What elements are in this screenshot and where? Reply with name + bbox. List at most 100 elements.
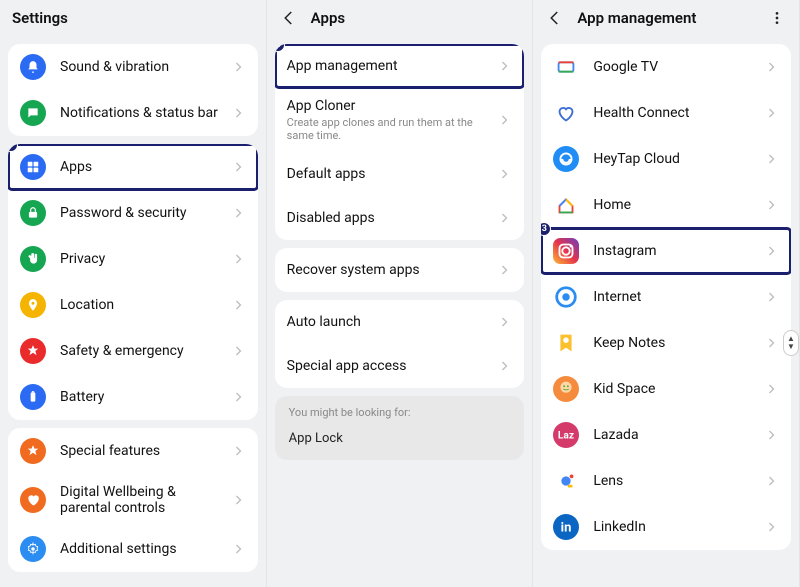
settings-panel: Settings Sound & vibration Notifications … [0,0,267,587]
row-label: Safety & emergency [60,343,230,359]
chevron-right-icon [230,59,246,75]
row-label: Battery [60,389,230,405]
lens-icon [553,468,579,494]
apps-title: Apps [311,9,345,27]
location-row[interactable]: Location [8,282,258,328]
row-label: Notifications & status bar [60,105,230,121]
special-app-access-row[interactable]: Special app access [275,344,525,388]
chevron-right-icon [496,58,512,74]
scroll-knob[interactable]: ▲▼ [783,330,799,356]
search-hint: You might be looking for: [289,406,511,419]
star-icon [20,438,46,464]
chevron-right-icon [496,314,512,330]
password-security-row[interactable]: Password & security [8,190,258,236]
app-list-content: Google TVHealth ConnectHeyTap CloudHomeI… [533,36,799,587]
heart-icon [20,487,46,513]
app-internet-row[interactable]: Internet [541,274,791,320]
heytap-icon [553,146,579,172]
chevron-right-icon [763,151,779,167]
internet-icon [553,284,579,310]
row-label: Digital Wellbeing & parental controls [60,484,230,516]
bell-icon [20,54,46,80]
app-label: Lazada [593,427,763,443]
search-suggestion-card: You might be looking for: App Lock [275,396,525,460]
app-list: Google TVHealth ConnectHeyTap CloudHomeI… [541,44,791,550]
app-management-panel: App management Google TVHealth ConnectHe… [533,0,800,587]
battery-row[interactable]: Battery [8,374,258,420]
home-icon [553,192,579,218]
apps-group-2: Recover system apps [275,248,525,292]
row-label: Auto launch [287,314,497,330]
chevron-right-icon [230,205,246,221]
settings-group-1: Sound & vibration Notifications & status … [8,44,258,136]
app-label: HeyTap Cloud [593,151,763,167]
app-home-row[interactable]: Home [541,182,791,228]
row-label: App management [287,58,497,74]
row-label: Apps [60,159,230,175]
health-icon [553,100,579,126]
pin-icon [20,292,46,318]
chevron-right-icon [230,541,246,557]
more-icon[interactable] [767,8,787,28]
app-heytap-cloud-row[interactable]: HeyTap Cloud [541,136,791,182]
svg-text:in: in [561,521,572,536]
notifications-row[interactable]: Notifications & status bar [8,90,258,136]
row-label: Password & security [60,205,230,221]
app-lazada-row[interactable]: Laz Lazada [541,412,791,458]
keep-icon [553,330,579,356]
special-features-row[interactable]: Special features [8,428,258,474]
digital-wellbeing-row[interactable]: Digital Wellbeing & parental controls [8,474,258,526]
chevron-right-icon [496,166,512,182]
additional-settings-row[interactable]: Additional settings [8,526,258,572]
sound-vibration-row[interactable]: Sound & vibration [8,44,258,90]
header-settings: Settings [0,0,266,36]
app-keep-notes-row[interactable]: Keep Notes [541,320,791,366]
back-icon[interactable] [545,8,565,28]
instagram-icon [553,238,579,264]
battery-icon [20,384,46,410]
row-label: Recover system apps [287,262,497,278]
chevron-right-icon [763,197,779,213]
settings-title: Settings [12,9,68,27]
row-label: Special features [60,443,230,459]
app-linkedin-row[interactable]: in LinkedIn [541,504,791,550]
default-apps-row[interactable]: Default apps [275,152,525,196]
grid-icon [20,154,46,180]
chevron-right-icon [230,443,246,459]
chevron-right-icon [230,105,246,121]
apps-row[interactable]: Apps [8,144,258,190]
app-google-tv-row[interactable]: Google TV [541,44,791,90]
search-result[interactable]: App Lock [289,427,511,450]
chevron-right-icon [496,262,512,278]
chevron-right-icon [496,358,512,374]
app-label: Health Connect [593,105,763,121]
app-lens-row[interactable]: Lens [541,458,791,504]
app-kid-space-row[interactable]: Kid Space [541,366,791,412]
recover-system-apps-row[interactable]: Recover system apps [275,248,525,292]
chevron-right-icon [230,389,246,405]
app-label: LinkedIn [593,519,763,535]
app-health-connect-row[interactable]: Health Connect [541,90,791,136]
row-label: Special app access [287,358,497,374]
app-management-row[interactable]: App management [275,44,525,88]
row-label: Location [60,297,230,313]
back-icon[interactable] [279,8,299,28]
safety-emergency-row[interactable]: Safety & emergency [8,328,258,374]
app-label: Keep Notes [593,335,763,351]
apps-content: App management2App ClonerCreate app clon… [267,36,533,587]
apps-panel: Apps App management2App ClonerCreate app… [267,0,534,587]
svg-text:Laz: Laz [558,431,574,442]
app-label: Kid Space [593,381,763,397]
message-icon [20,100,46,126]
app-instagram-row[interactable]: Instagram [541,228,791,274]
privacy-row[interactable]: Privacy [8,236,258,282]
disabled-apps-row[interactable]: Disabled apps [275,196,525,240]
app-cloner-row[interactable]: App ClonerCreate app clones and run them… [275,88,525,152]
row-label: Disabled apps [287,210,497,226]
chevron-right-icon [230,159,246,175]
chevron-right-icon [763,519,779,535]
auto-launch-row[interactable]: Auto launch [275,300,525,344]
row-label: Default apps [287,166,497,182]
chevron-right-icon [230,343,246,359]
row-label: Additional settings [60,541,230,557]
